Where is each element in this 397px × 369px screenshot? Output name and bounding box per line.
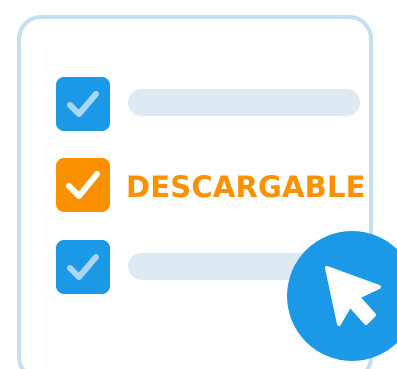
checkbox-item-3[interactable]: [56, 240, 110, 294]
checkmark-icon: [67, 91, 99, 117]
mouse-pointer-icon: [287, 231, 397, 361]
placeholder-bar-item-1: [128, 89, 360, 116]
checkbox-item-1[interactable]: [56, 77, 110, 131]
cursor-badge: [287, 231, 397, 361]
illustration: DESCARGABLE: [0, 0, 397, 369]
item-label-descargable: DESCARGABLE: [126, 170, 366, 204]
checkbox-item-2[interactable]: [56, 158, 110, 212]
checkmark-icon: [67, 254, 99, 280]
checkmark-icon: [66, 171, 100, 199]
